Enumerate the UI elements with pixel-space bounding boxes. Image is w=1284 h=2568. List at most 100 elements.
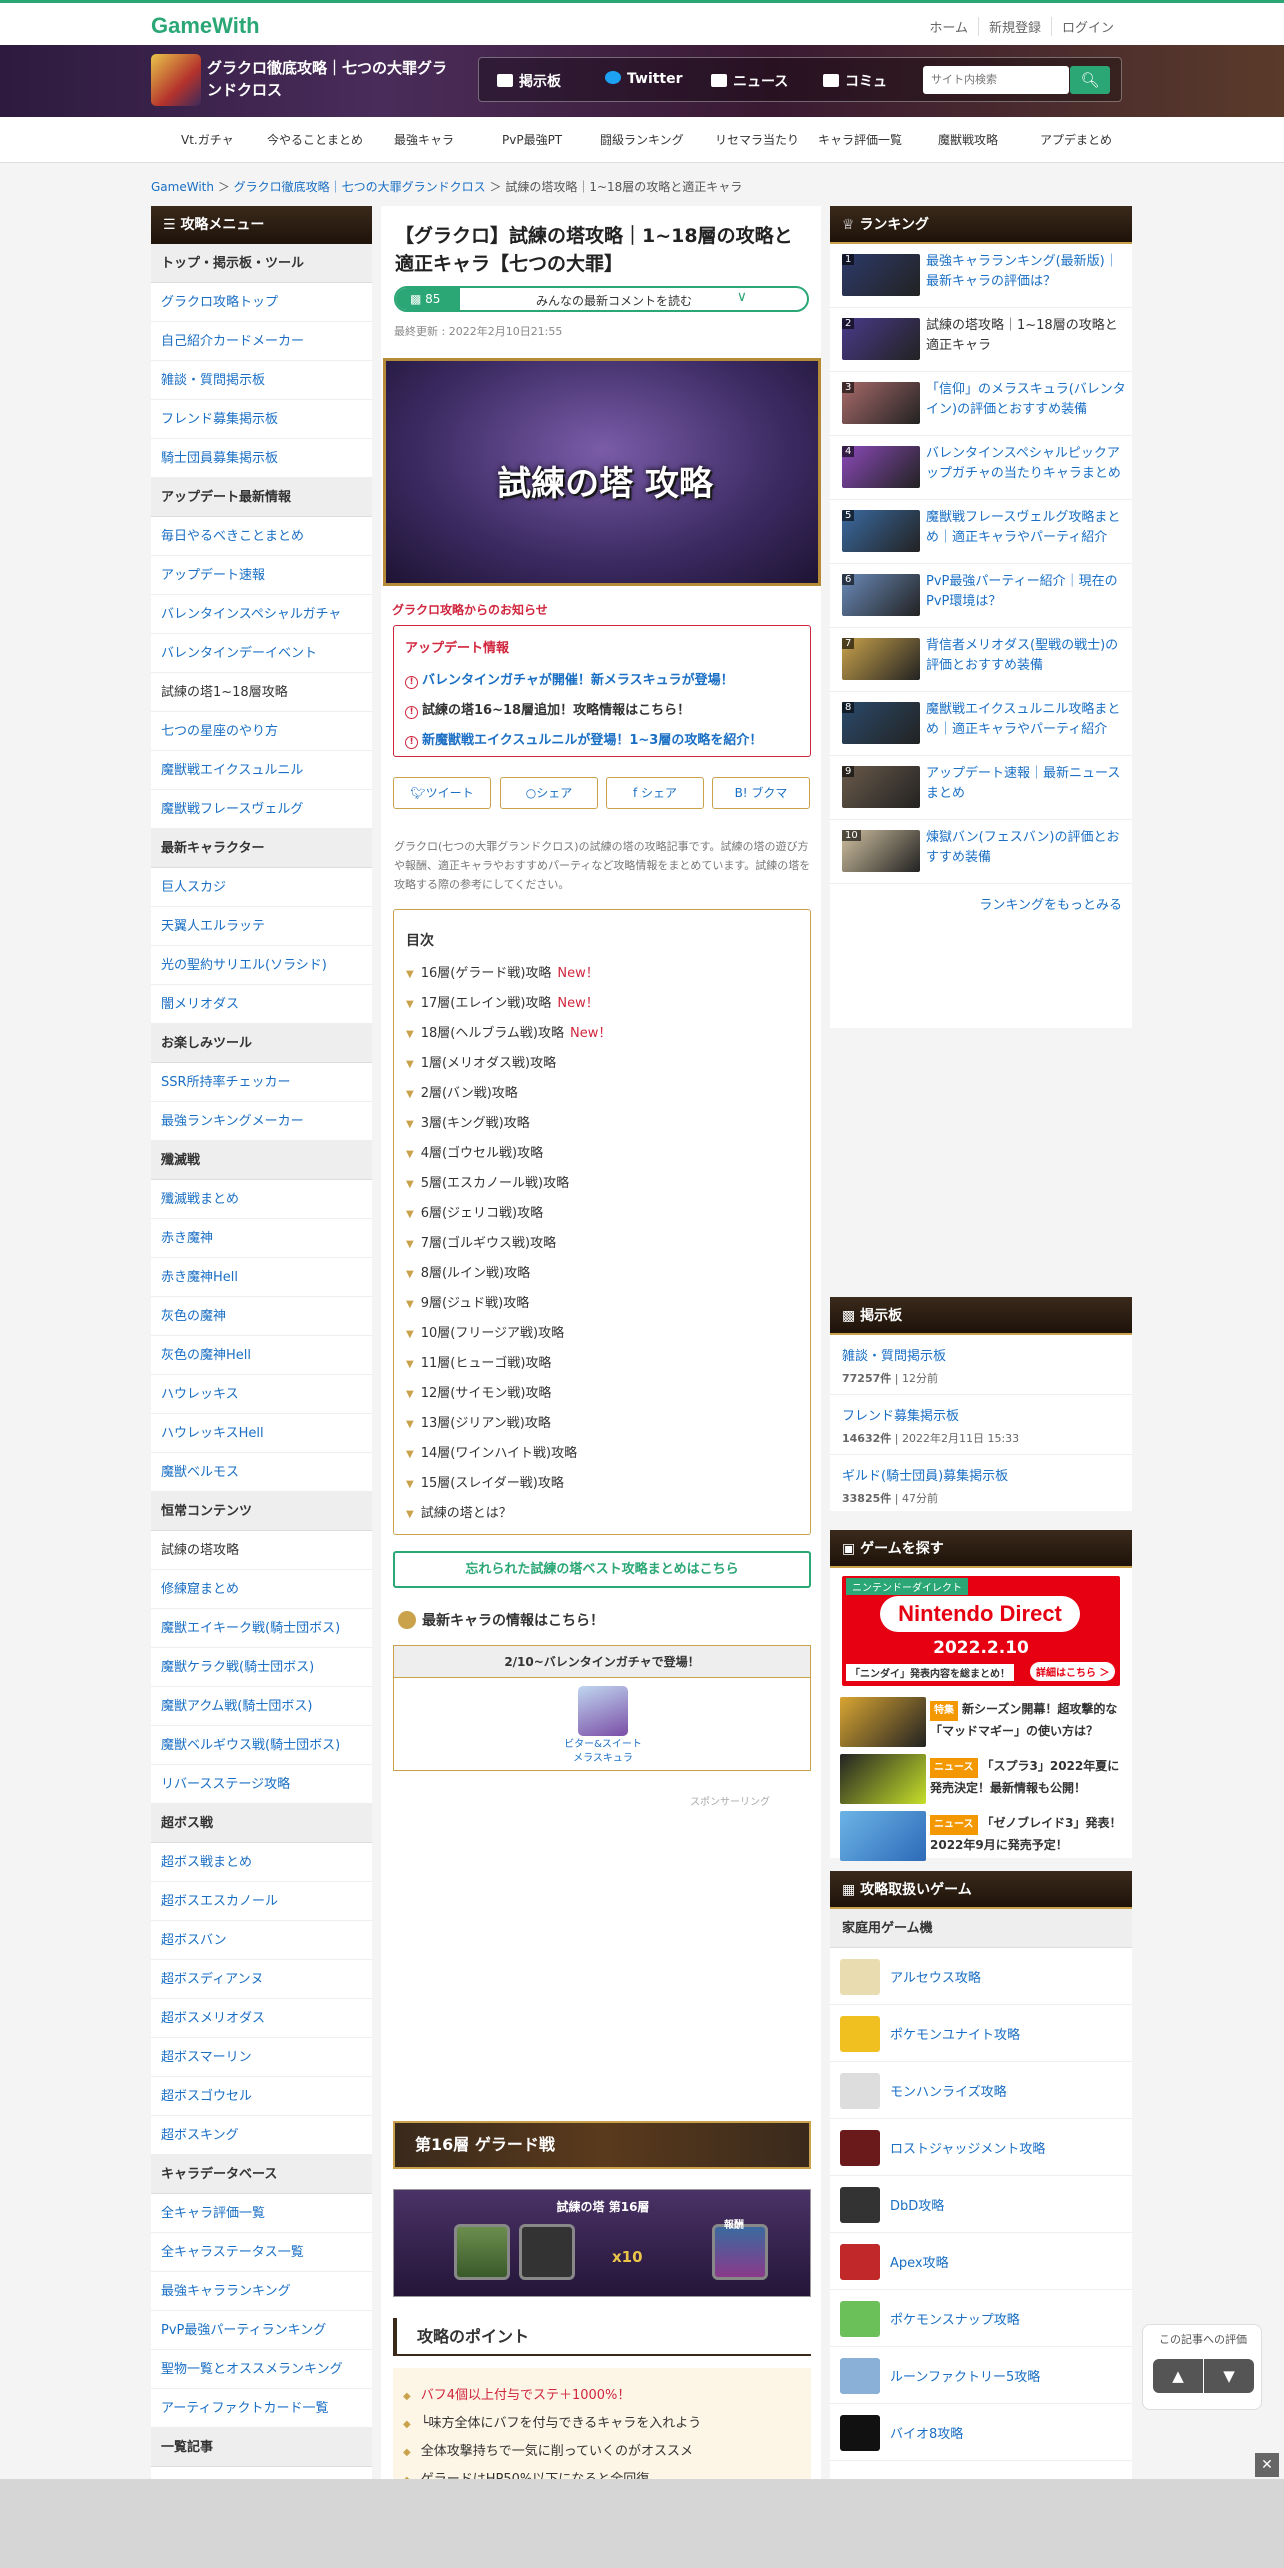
character-name[interactable]: ビター&スイート メラスキュラ	[544, 1738, 662, 1766]
bbs-item[interactable]: フレンド募集掲示板 14632件 | 2022年2月11日 15:33	[830, 1395, 1132, 1455]
nav-community[interactable]: コミュ	[823, 71, 887, 91]
toc-item[interactable]: ▼ 14層(ワインハイト戦)攻略	[406, 1442, 577, 1461]
game-item[interactable]: バイオ8攻略	[830, 2404, 1132, 2461]
ranking-text[interactable]: 煉獄バン(フェスバン)の評価とおすすめ装備	[926, 828, 1126, 868]
ranking-text[interactable]: アップデート速報｜最新ニュースまとめ	[926, 764, 1126, 804]
sidebar-item[interactable]: PvP最強パーティランキング	[151, 2311, 372, 2350]
toc-item[interactable]: ▼ 10層(フリージア戦)攻略	[406, 1322, 564, 1341]
ranking-item[interactable]: 7 背信者メリオダス(聖戦の戦士)の評価とおすすめ装備	[830, 628, 1132, 692]
game-link[interactable]: ポケモンユナイト攻略	[890, 2024, 1020, 2043]
update-link[interactable]: ! バレンタインガチャが開催！新メラスキュラが登場！	[405, 669, 734, 689]
sidebar-item[interactable]: 試練の塔1~18層攻略	[151, 673, 372, 712]
nav-twitter[interactable]: Twitter	[605, 71, 683, 87]
sidebar-item[interactable]: 最強キャラランキング	[151, 2272, 372, 2311]
sidebar-item[interactable]: 巨人スカジ	[151, 868, 372, 907]
hatena-bookmark-button[interactable]: B! ブクマ	[712, 777, 810, 809]
sidebar-item[interactable]: 魔獣戦エイクスュルニル	[151, 751, 372, 790]
sidebar-item[interactable]: 超ボスキング	[151, 2116, 372, 2155]
toc-item[interactable]: ▼ 1層(メリオダス戦)攻略	[406, 1052, 556, 1071]
sidebar-item[interactable]: 赤き魔神	[151, 1219, 372, 1258]
ranking-text[interactable]: PvP最強パーティー紹介｜現在のPvP環境は？	[926, 572, 1126, 612]
toc-item[interactable]: ▼ 8層(ルイン戦)攻略	[406, 1262, 530, 1281]
sidebar-item[interactable]: 最強ランキングメーカー	[151, 1102, 372, 1141]
game-item[interactable]: DbD攻略	[830, 2176, 1132, 2233]
game-item[interactable]: ポケモンスナップ攻略	[830, 2290, 1132, 2347]
gnav-item[interactable]: アプデまとめ	[1040, 131, 1112, 148]
ranking-item[interactable]: 10 煉獄バン(フェスバン)の評価とおすすめ装備	[830, 820, 1132, 884]
game-link[interactable]: ロストジャッジメント攻略	[890, 2138, 1045, 2157]
sidebar-item[interactable]: アーティファクトカード一覧	[151, 2389, 372, 2428]
game-title[interactable]: グラクロ徹底攻略｜七つの大罪グランドクロス	[207, 57, 447, 101]
search-input[interactable]	[923, 66, 1069, 94]
ranking-item[interactable]: 1 最強キャラランキング(最新版)｜最新キャラの評価は？	[830, 244, 1132, 308]
news-text[interactable]: ニュース 「スプラ3」2022年夏に発売決定！最新情報も公開！	[930, 1756, 1124, 1798]
ranking-text[interactable]: 最強キャラランキング(最新版)｜最新キャラの評価は？	[926, 252, 1126, 292]
sidebar-item[interactable]: フレンド募集掲示板	[151, 400, 372, 439]
ranking-item[interactable]: 8 魔獣戦エイクスュルニル攻略まとめ｜適正キャラやパーティ紹介	[830, 692, 1132, 756]
tweet-button[interactable]: 🐦︎ツイート	[393, 777, 491, 809]
news-text[interactable]: 特集 新シーズン開幕！超攻撃的な「マッドマギー」の使い方は？	[930, 1699, 1124, 1741]
sidebar-item[interactable]: リバースステージ攻略	[151, 1765, 372, 1804]
gnav-item[interactable]: リセマラ当たり	[715, 131, 799, 148]
character-portrait[interactable]	[578, 1686, 628, 1736]
sidebar-item[interactable]: 超ボス戦まとめ	[151, 1843, 372, 1882]
bbs-item[interactable]: ギルド(騎士団員)募集掲示板 33825件 | 47分前	[830, 1455, 1132, 1515]
ranking-more-link[interactable]: ランキングをもっとみる	[830, 884, 1132, 928]
sidebar-item[interactable]: 超ボスメリオダス	[151, 1999, 372, 2038]
game-item[interactable]: ロストジャッジメント攻略	[830, 2119, 1132, 2176]
sidebar-item[interactable]: 灰色の魔神Hell	[151, 1336, 372, 1375]
game-link[interactable]: Apex攻略	[890, 2252, 949, 2271]
gnav-item[interactable]: 闘級ランキング	[600, 131, 684, 148]
sidebar-item[interactable]: 全キャラ評価一覧	[151, 2194, 372, 2233]
sidebar-item[interactable]: 聖物一覧とオススメランキング	[151, 2350, 372, 2389]
sidebar-item[interactable]: 魔獣エイキーク戦(騎士団ボス)	[151, 1609, 372, 1648]
best-guide-link[interactable]: 忘れられた試練の塔ベスト攻略まとめはこちら	[393, 1551, 811, 1588]
game-link[interactable]: ルーンファクトリー5攻略	[890, 2366, 1040, 2385]
toc-item[interactable]: ▼ 5層(エスカノール戦)攻略	[406, 1172, 569, 1191]
sidebar-item[interactable]: 超ボスバン	[151, 1921, 372, 1960]
game-link[interactable]: モンハンライズ攻略	[890, 2081, 1007, 2100]
game-link[interactable]: DbD攻略	[890, 2195, 944, 2214]
ranking-text[interactable]: 魔獣戦エイクスュルニル攻略まとめ｜適正キャラやパーティ紹介	[926, 700, 1126, 740]
toc-item[interactable]: ▼ 7層(ゴルギウス戦)攻略	[406, 1232, 556, 1251]
breadcrumb-link[interactable]: GameWith	[151, 180, 214, 194]
sidebar-item[interactable]: 試練の塔攻略	[151, 1531, 372, 1570]
line-share-button[interactable]: ○シェア	[500, 777, 598, 809]
sidebar-item[interactable]: 騎士団員募集掲示板	[151, 439, 372, 478]
gamewith-logo[interactable]: GameWith	[151, 13, 260, 39]
game-item[interactable]: モンハンライズ攻略	[830, 2062, 1132, 2119]
toc-item[interactable]: ▼ 17層(エレイン戦)攻略 New！	[406, 992, 599, 1011]
ranking-text[interactable]: 背信者メリオダス(聖戦の戦士)の評価とおすすめ装備	[926, 636, 1126, 676]
toc-item[interactable]: ▼ 12層(サイモン戦)攻略	[406, 1382, 551, 1401]
search-button[interactable]: 🔍︎	[1070, 66, 1110, 94]
gnav-item[interactable]: 最強キャラ	[394, 131, 454, 148]
bbs-name[interactable]: ギルド(騎士団員)募集掲示板	[842, 1465, 1120, 1484]
sidebar-item[interactable]: 魔獣ベルモス	[151, 1453, 372, 1492]
gnav-item[interactable]: Vt.ガチャ	[181, 131, 234, 148]
toc-item[interactable]: ▼ 18層(ヘルブラム戦)攻略 New！	[406, 1022, 611, 1041]
game-item[interactable]: ルーンファクトリー5攻略	[830, 2347, 1132, 2404]
sidebar-item[interactable]: 天翼人エルラッテ	[151, 907, 372, 946]
home-link[interactable]: ホーム	[919, 17, 978, 36]
sidebar-item[interactable]: 魔獣アクム戦(騎士団ボス)	[151, 1687, 372, 1726]
sidebar-item[interactable]: 毎日やるべきことまとめ	[151, 517, 372, 556]
sidebar-item[interactable]: 超ボスゴウセル	[151, 2077, 372, 2116]
sidebar-item[interactable]: バレンタインデーイベント	[151, 634, 372, 673]
nintendo-direct-banner[interactable]: ニンテンドーダイレクト Nintendo Direct 2022.2.10 「ニ…	[842, 1576, 1120, 1686]
sidebar-item[interactable]: 自己紹介カードメーカー	[151, 322, 372, 361]
toc-item[interactable]: ▼ 9層(ジュド戦)攻略	[406, 1292, 529, 1311]
sidebar-item[interactable]: ハウレッキスHell	[151, 1414, 372, 1453]
game-item[interactable]: アルセウス攻略	[830, 1948, 1132, 2005]
sidebar-item[interactable]: 雑談・質問掲示板	[151, 361, 372, 400]
update-link[interactable]: ! 新魔獣戦エイクスュルニルが登場！1~3層の攻略を紹介！	[405, 729, 762, 749]
sidebar-item[interactable]: 超ボスディアンヌ	[151, 1960, 372, 1999]
sidebar-item[interactable]: 魔獣ケラク戦(騎士団ボス)	[151, 1648, 372, 1687]
bbs-name[interactable]: 雑談・質問掲示板	[842, 1345, 1120, 1364]
gnav-item[interactable]: 今やることまとめ	[267, 131, 363, 148]
nav-news[interactable]: ニュース	[711, 71, 788, 91]
sidebar-item[interactable]: 赤き魔神Hell	[151, 1258, 372, 1297]
ranking-text[interactable]: 試練の塔攻略｜1~18層の攻略と適正キャラ	[926, 316, 1126, 356]
game-item[interactable]: ポケモンユナイト攻略	[830, 2005, 1132, 2062]
game-link[interactable]: ポケモンスナップ攻略	[890, 2309, 1020, 2328]
ranking-item[interactable]: 2 試練の塔攻略｜1~18層の攻略と適正キャラ	[830, 308, 1132, 372]
